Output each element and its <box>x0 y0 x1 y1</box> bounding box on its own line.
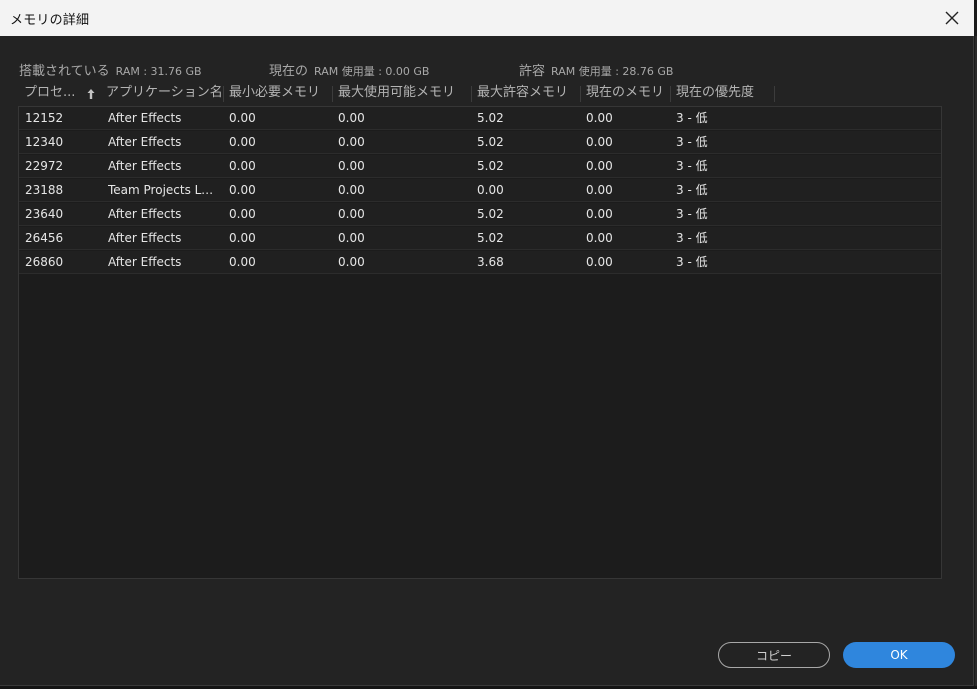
cell-max-usable-memory: 0.00 <box>338 231 365 245</box>
cell-current-memory: 0.00 <box>586 135 613 149</box>
column-header-current-priority[interactable]: 現在の優先度 <box>670 84 774 104</box>
cell-min-memory: 0.00 <box>229 231 256 245</box>
cell-current-priority: 3 - 低 <box>676 183 708 197</box>
cell-process-id: 26860 <box>25 255 64 269</box>
cell-process-id: 23640 <box>25 207 64 221</box>
installed-ram-value: RAM : 31.76 GB <box>115 65 202 78</box>
allowed-ram-usage: 許容 RAM 使用量 : 28.76 GB <box>519 60 673 79</box>
cell-current-memory: 0.00 <box>586 183 613 197</box>
arrow-up-icon <box>87 89 95 99</box>
cell-process-id: 22972 <box>25 159 64 173</box>
sort-ascending-button[interactable] <box>84 84 98 104</box>
cell-application-name: After Effects <box>108 111 182 125</box>
column-header-max-allowed-memory[interactable]: 最大許容メモリ <box>471 84 580 104</box>
cell-max-usable-memory: 0.00 <box>338 111 365 125</box>
installed-ram-label: 搭載されている <box>19 64 110 79</box>
cell-max-usable-memory: 0.00 <box>338 159 365 173</box>
copy-button[interactable]: コピー <box>718 642 830 668</box>
cell-max-usable-memory: 0.00 <box>338 255 365 269</box>
table-row[interactable]: 12152 After Effects 0.00 0.00 5.02 0.00 … <box>19 107 941 130</box>
ok-button[interactable]: OK <box>843 642 955 668</box>
cell-max-allowed-memory: 5.02 <box>477 111 504 125</box>
cell-max-allowed-memory: 5.02 <box>477 159 504 173</box>
cell-application-name: After Effects <box>108 135 182 149</box>
memory-details-dialog: メモリの詳細 搭載されている RAM : 31.76 GB 現在の RAM 使用量 … <box>0 0 974 686</box>
table-row[interactable]: 23640 After Effects 0.00 0.00 5.02 0.00 … <box>19 203 941 226</box>
cell-process-id: 26456 <box>25 231 64 245</box>
current-ram-usage: 現在の RAM 使用量 : 0.00 GB <box>269 60 429 79</box>
table-row[interactable]: 26456 After Effects 0.00 0.00 5.02 0.00 … <box>19 227 941 250</box>
column-header-min-memory[interactable]: 最小必要メモリ <box>223 84 332 104</box>
cell-min-memory: 0.00 <box>229 135 256 149</box>
installed-ram: 搭載されている RAM : 31.76 GB <box>19 60 202 79</box>
table-row[interactable]: 26860 After Effects 0.00 0.00 3.68 0.00 … <box>19 251 941 274</box>
cell-min-memory: 0.00 <box>229 111 256 125</box>
cell-min-memory: 0.00 <box>229 159 256 173</box>
cell-max-usable-memory: 0.00 <box>338 183 365 197</box>
cell-current-memory: 0.00 <box>586 111 613 125</box>
cell-min-memory: 0.00 <box>229 183 256 197</box>
table-row[interactable]: 22972 After Effects 0.00 0.00 5.02 0.00 … <box>19 155 941 178</box>
cell-current-priority: 3 - 低 <box>676 207 708 221</box>
column-header-process[interactable]: プロセ... <box>18 84 82 104</box>
allowed-ram-label: 許容 <box>519 64 546 79</box>
column-header-max-usable-memory[interactable]: 最大使用可能メモリ <box>332 84 471 104</box>
cell-min-memory: 0.00 <box>229 207 256 221</box>
window-title: メモリの詳細 <box>10 13 90 28</box>
cell-max-allowed-memory: 3.68 <box>477 255 504 269</box>
close-button[interactable] <box>938 4 966 32</box>
cell-current-memory: 0.00 <box>586 159 613 173</box>
cell-application-name: After Effects <box>108 159 182 173</box>
cell-current-memory: 0.00 <box>586 207 613 221</box>
close-icon <box>945 11 959 25</box>
title-bar: メモリの詳細 <box>0 0 974 36</box>
cell-current-priority: 3 - 低 <box>676 111 708 125</box>
memory-summary: 搭載されている RAM : 31.76 GB 現在の RAM 使用量 : 0.00 … <box>0 60 974 79</box>
table-row[interactable]: 23188 Team Projects Lo... 0.00 0.00 0.00… <box>19 179 941 202</box>
table-header: プロセ... アプリケーション名 最小必要メモリ 最大使用可能メモリ 最大許容メ… <box>18 84 942 104</box>
cell-max-allowed-memory: 0.00 <box>477 183 504 197</box>
column-header-current-memory[interactable]: 現在のメモリ <box>580 84 670 104</box>
cell-max-usable-memory: 0.00 <box>338 207 365 221</box>
cell-current-memory: 0.00 <box>586 255 613 269</box>
cell-current-priority: 3 - 低 <box>676 135 708 149</box>
cell-min-memory: 0.00 <box>229 255 256 269</box>
cell-max-usable-memory: 0.00 <box>338 135 365 149</box>
column-header-application[interactable]: アプリケーション名 <box>100 84 222 104</box>
column-divider[interactable] <box>774 86 775 102</box>
cell-process-id: 12340 <box>25 135 64 149</box>
cell-max-allowed-memory: 5.02 <box>477 135 504 149</box>
cell-process-id: 12152 <box>25 111 64 125</box>
cell-current-memory: 0.00 <box>586 231 613 245</box>
cell-application-name: After Effects <box>108 255 182 269</box>
current-ram-value: RAM 使用量 : 0.00 GB <box>314 65 430 78</box>
cell-max-allowed-memory: 5.02 <box>477 231 504 245</box>
memory-table[interactable]: 12152 After Effects 0.00 0.00 5.02 0.00 … <box>18 106 942 579</box>
cell-max-allowed-memory: 5.02 <box>477 207 504 221</box>
cell-application-name: Team Projects Lo... <box>108 183 218 197</box>
cell-current-priority: 3 - 低 <box>676 231 708 245</box>
cell-application-name: After Effects <box>108 207 182 221</box>
allowed-ram-value: RAM 使用量 : 28.76 GB <box>551 65 674 78</box>
cell-application-name: After Effects <box>108 231 182 245</box>
cell-current-priority: 3 - 低 <box>676 255 708 269</box>
current-ram-label: 現在の <box>269 64 309 79</box>
cell-process-id: 23188 <box>25 183 64 197</box>
table-row[interactable]: 12340 After Effects 0.00 0.00 5.02 0.00 … <box>19 131 941 154</box>
cell-current-priority: 3 - 低 <box>676 159 708 173</box>
